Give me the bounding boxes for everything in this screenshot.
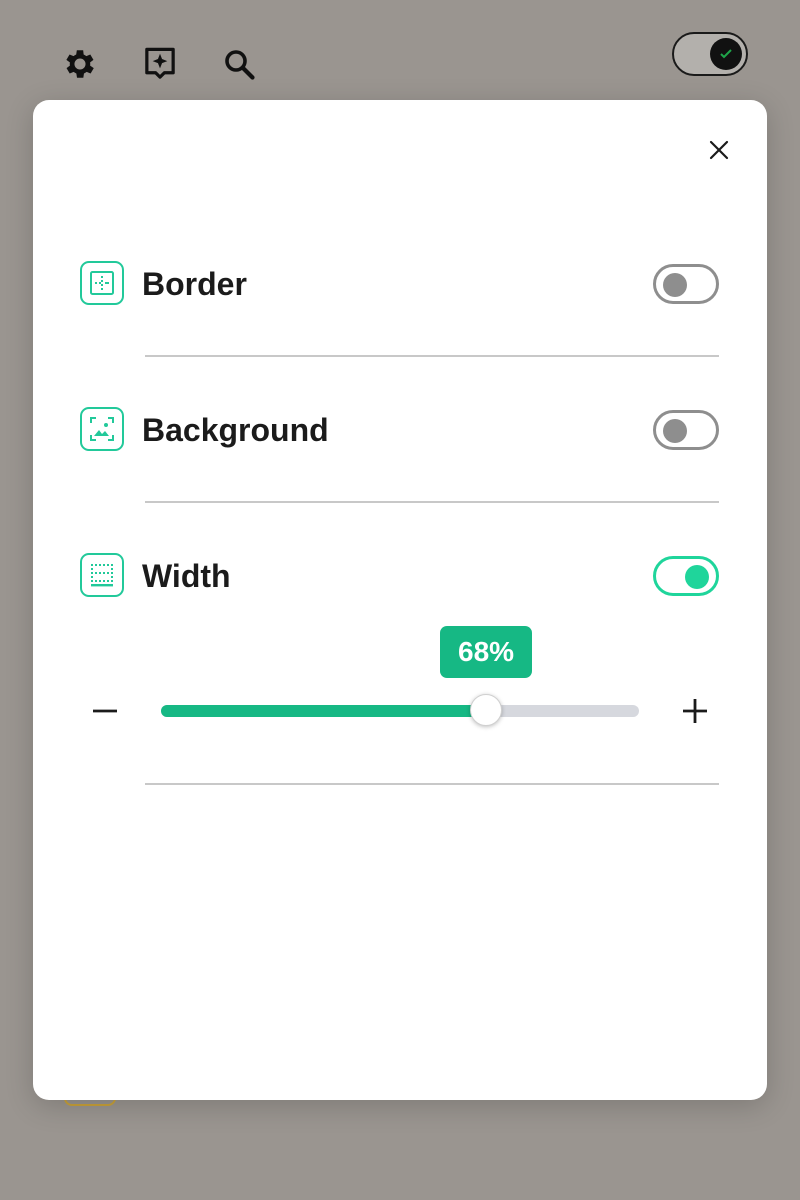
width-icon [80,553,124,597]
settings-dialog: Border Background Width 68% [33,100,767,1100]
plus-icon [683,699,707,723]
width-switch-knob [685,565,709,589]
minus-icon [93,709,117,713]
width-switch[interactable] [653,556,719,596]
divider [145,783,719,785]
divider [145,501,719,503]
width-label: Width [142,558,231,594]
gear-icon[interactable] [60,44,100,84]
theme-toggle[interactable] [672,32,748,76]
width-value-tooltip: 68% [440,626,533,678]
image-icon [80,407,124,451]
search-icon[interactable] [219,44,259,84]
border-label: Border [142,266,247,302]
divider [145,355,719,357]
increase-width-button[interactable] [673,689,717,733]
background-switch-knob [663,419,687,443]
width-slider-thumb[interactable] [470,694,503,726]
background-label: Background [142,412,329,448]
theme-toggle-knob [710,38,742,70]
check-icon [720,49,732,59]
close-button[interactable] [701,132,737,168]
width-row: Width [80,553,720,599]
border-switch[interactable] [653,264,719,304]
width-slider[interactable] [161,694,639,726]
background-row: Background [80,407,720,453]
decrease-width-button[interactable] [83,689,127,733]
close-icon [709,140,729,160]
border-icon [80,261,124,305]
width-slider-fill [161,705,487,717]
border-switch-knob [663,273,687,297]
sparkle-badge-icon[interactable] [140,44,180,84]
border-row: Border [80,261,720,307]
background-switch[interactable] [653,410,719,450]
